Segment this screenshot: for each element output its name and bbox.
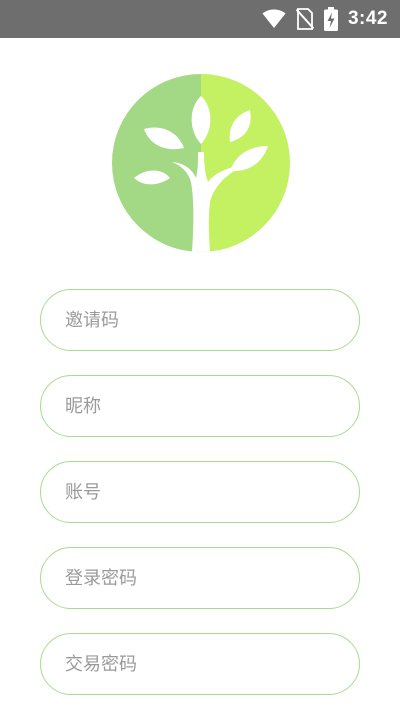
invite-code-input[interactable] [41, 290, 359, 350]
no-sim-icon [295, 8, 314, 30]
register-form [40, 289, 360, 719]
trade-password-field [40, 633, 360, 695]
battery-charging-icon [323, 7, 338, 31]
invite-code-field [40, 289, 360, 351]
status-time: 3:42 [347, 8, 388, 29]
account-field [40, 461, 360, 523]
tree-logo-icon [112, 74, 290, 252]
trade-password-input[interactable] [41, 634, 359, 694]
wifi-icon [262, 9, 286, 29]
register-screen: 3:42 [0, 0, 400, 720]
nickname-field [40, 375, 360, 437]
login-password-input[interactable] [41, 548, 359, 608]
nickname-input[interactable] [41, 376, 359, 436]
login-password-field [40, 547, 360, 609]
account-input[interactable] [41, 462, 359, 522]
status-bar: 3:42 [0, 0, 400, 38]
